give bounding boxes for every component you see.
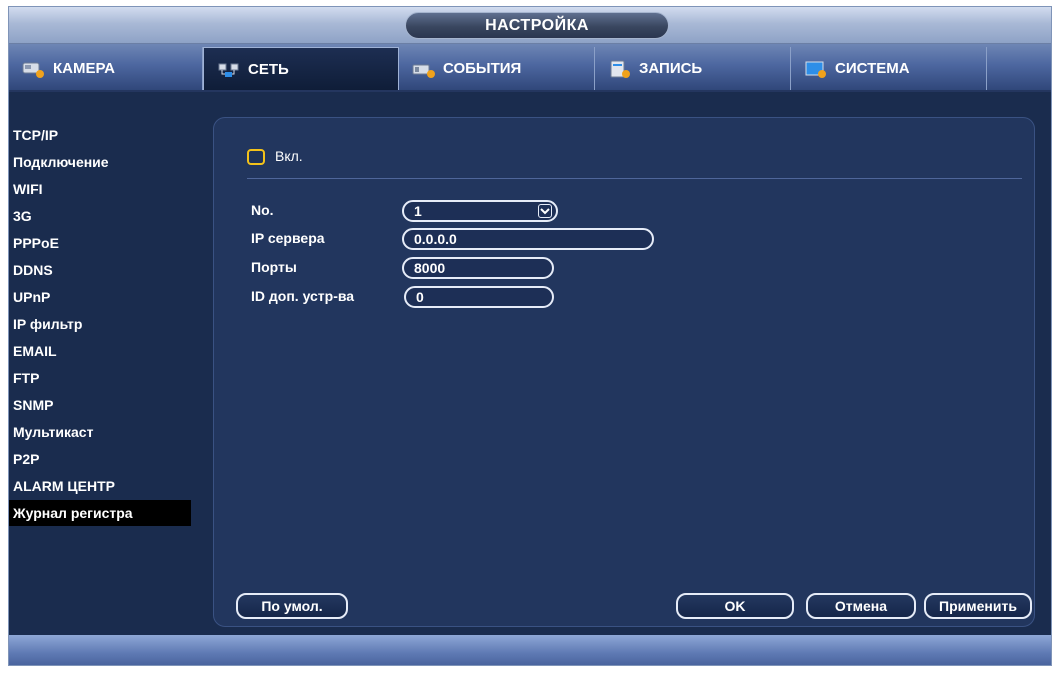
port-input[interactable]: 8000 (402, 257, 554, 279)
tab-record[interactable]: ЗАПИСЬ (595, 47, 791, 90)
network-sidebar: TCP/IP Подключение WIFI 3G PPPoE DDNS UP… (9, 94, 197, 624)
chevron-down-icon (538, 204, 552, 218)
enable-label: Вкл. (275, 148, 303, 164)
title-bar: НАСТРОЙКА (9, 7, 1051, 44)
device-id-input[interactable]: 0 (404, 286, 554, 308)
status-bar (9, 635, 1051, 665)
sidebar-item-3g[interactable]: 3G (9, 203, 197, 229)
tab-network[interactable]: СЕТЬ (203, 47, 399, 90)
enable-checkbox[interactable] (247, 149, 265, 165)
sidebar-item-connection[interactable]: Подключение (9, 149, 197, 175)
tab-camera-label: КАМЕРА (53, 60, 116, 77)
tab-network-label: СЕТЬ (248, 60, 289, 78)
sidebar-item-email[interactable]: EMAIL (9, 338, 197, 364)
sidebar-item-ddns[interactable]: DDNS (9, 257, 197, 283)
sidebar-item-tcpip[interactable]: TCP/IP (9, 122, 197, 148)
no-label: No. (251, 202, 274, 218)
network-icon (216, 59, 242, 79)
sidebar-item-p2p[interactable]: P2P (9, 446, 197, 472)
sidebar-item-ip-filter[interactable]: IP фильтр (9, 311, 197, 337)
settings-window: НАСТРОЙКА КАМЕРА СЕТЬ СОБЫТИЯ ЗАПИСЬ СИС… (8, 6, 1052, 666)
tab-system-label: СИСТЕМА (835, 60, 910, 77)
events-icon (411, 59, 437, 79)
divider (247, 178, 1022, 179)
port-label: Порты (251, 259, 297, 275)
window-title: НАСТРОЙКА (405, 12, 669, 39)
sidebar-item-multicast[interactable]: Мультикаст (9, 419, 197, 445)
sidebar-item-register-log[interactable]: Журнал регистра (9, 500, 191, 526)
camera-icon (21, 59, 47, 79)
server-ip-input[interactable]: 0.0.0.0 (402, 228, 654, 250)
ok-button[interactable]: OK (676, 593, 794, 619)
main-tab-bar: КАМЕРА СЕТЬ СОБЫТИЯ ЗАПИСЬ СИСТЕМА (9, 44, 1051, 92)
record-icon (607, 59, 633, 79)
sidebar-item-wifi[interactable]: WIFI (9, 176, 197, 202)
tab-events[interactable]: СОБЫТИЯ (399, 47, 595, 90)
sidebar-item-upnp[interactable]: UPnP (9, 284, 197, 310)
tab-system[interactable]: СИСТЕМА (791, 47, 987, 90)
device-id-label: ID доп. устр-ва (251, 288, 355, 304)
cancel-button[interactable]: Отмена (806, 593, 916, 619)
server-ip-label: IP сервера (251, 230, 325, 246)
sidebar-item-alarm-center[interactable]: ALARM ЦЕНТР (9, 473, 197, 499)
system-icon (803, 59, 829, 79)
no-select-value: 1 (414, 203, 422, 219)
tab-events-label: СОБЫТИЯ (443, 60, 522, 77)
sidebar-item-pppoe[interactable]: PPPoE (9, 230, 197, 256)
sidebar-item-snmp[interactable]: SNMP (9, 392, 197, 418)
apply-button[interactable]: Применить (924, 593, 1032, 619)
sidebar-item-ftp[interactable]: FTP (9, 365, 197, 391)
default-button[interactable]: По умол. (236, 593, 348, 619)
tab-camera[interactable]: КАМЕРА (9, 47, 203, 90)
settings-panel: Вкл. No. 1 IP сервера 0.0.0.0 Порты 8000… (213, 117, 1035, 627)
tab-record-label: ЗАПИСЬ (639, 60, 703, 77)
no-select[interactable]: 1 (402, 200, 558, 222)
